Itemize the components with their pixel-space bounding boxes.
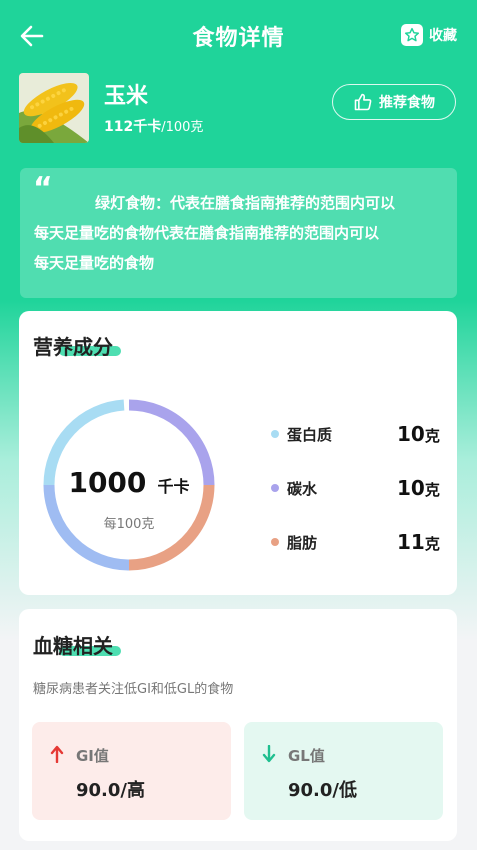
total-calories-unit: 千卡 [157,477,190,496]
nutrient-row-fat: 脂肪 11克 [271,529,451,555]
total-calories: 1000 千卡 [59,466,199,499]
nutrient-value: 10克 [397,422,440,446]
recommend-food-button[interactable]: 推荐食物 [332,84,456,120]
nutrient-row-carbs: 碳水 10克 [271,475,451,501]
notice-line-1: 绿灯食物：代表在膳食指南推荐的范围内可以 [95,194,396,212]
gl-label: GL值 [288,747,325,765]
fat-unit: 克 [424,535,440,553]
blood-sugar-card: 血糖相关 糖尿病患者关注低GI和低GL的食物 GI值 90.0/高 GL值 90… [19,609,457,841]
gi-box: GI值 90.0/高 [32,722,231,820]
nutrient-label: 脂肪 [287,533,318,552]
protein-value: 10 [397,422,425,446]
carbs-unit: 克 [424,481,440,499]
total-calories-value: 1000 [68,466,147,499]
favorite-button[interactable]: 收藏 [401,24,457,46]
thumbs-up-icon [354,93,372,111]
blood-sugar-title: 血糖相关 [33,634,113,658]
arrow-down-icon [262,745,276,763]
calories-value: 112千卡 [104,119,162,135]
recommend-label: 推荐食物 [379,95,435,111]
arrow-up-icon [50,745,64,763]
nutrient-row-protein: 蛋白质 10克 [271,421,451,447]
blood-sugar-subtitle: 糖尿病患者关注低GI和低GL的食物 [33,682,234,697]
nutrient-label: 蛋白质 [287,425,333,444]
fat-value: 11 [397,530,425,554]
calories-per: /100克 [161,120,204,135]
protein-dot [271,430,279,438]
notice-line-3: 每天足量吃的食物 [34,254,155,272]
nutrient-value: 10克 [397,476,440,500]
gi-value: 90.0/高 [76,780,145,801]
per-100g-label: 每100克 [103,517,155,532]
gl-box: GL值 90.0/低 [244,722,443,820]
favorite-label: 收藏 [429,28,457,44]
nutrient-value: 11克 [397,530,440,554]
nutrition-title: 营养成分 [33,335,113,359]
notice-line-2: 每天足量吃的食物代表在膳食指南推荐的范围内可以 [34,224,380,242]
nutrition-card: 营养成分 1000 千卡 每100克 蛋白质 10克 碳水 10克 脂肪 11克 [19,311,457,595]
food-calories: 112千卡/100克 [104,116,203,136]
protein-unit: 克 [424,427,440,445]
nutrient-label: 碳水 [287,479,318,498]
gi-label: GI值 [76,747,109,765]
carbs-value: 10 [397,476,425,500]
food-name: 玉米 [104,84,149,109]
fat-dot [271,538,279,546]
food-image [19,73,89,143]
carbs-dot [271,484,279,492]
quote-icon: “ [33,171,53,206]
food-notice: 绿灯食物：代表在膳食指南推荐的范围内可以 每天足量吃的食物代表在膳食指南推荐的范… [20,168,457,298]
star-icon [401,24,423,46]
gl-value: 90.0/低 [288,780,357,801]
